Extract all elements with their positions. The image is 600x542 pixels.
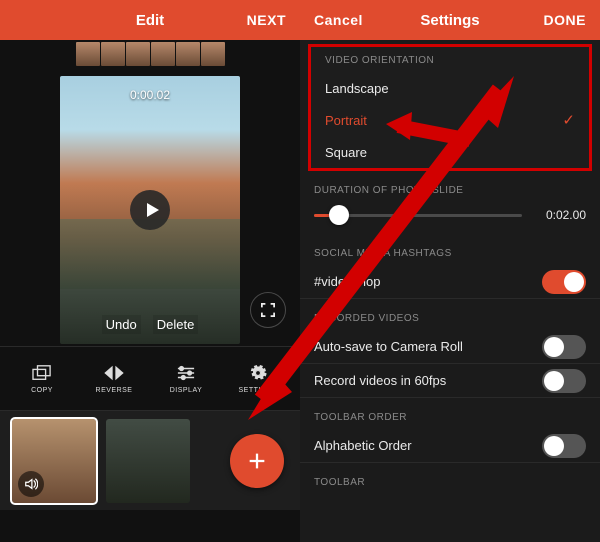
- fullscreen-button[interactable]: [250, 292, 286, 328]
- hashtags-title: SOCIAL MEDIA HASHTAGS: [300, 234, 600, 265]
- recorded-title: RECORDED VIDEOS: [300, 299, 600, 330]
- preview-controls: Undo Delete: [60, 315, 240, 334]
- settings-cancel-button[interactable]: Cancel: [314, 12, 374, 28]
- clips-tray: [0, 410, 300, 510]
- video-preview[interactable]: 0:00.02 Undo Delete: [60, 76, 240, 344]
- settings-done-button[interactable]: DONE: [526, 12, 586, 28]
- edit-topbar: Edit NEXT: [0, 0, 300, 40]
- edit-screen: Edit NEXT 0:00.02 Undo Delete COPY: [0, 0, 300, 542]
- alphabetic-row: Alphabetic Order: [300, 429, 600, 463]
- settings-topbar: Cancel Settings DONE: [300, 0, 600, 40]
- speaker-icon: [24, 477, 38, 491]
- delete-button[interactable]: Delete: [153, 315, 199, 334]
- orientation-label: Square: [325, 145, 367, 160]
- undo-button[interactable]: Undo: [102, 315, 141, 334]
- duration-slider-row: 0:02.00: [300, 202, 600, 234]
- settings-scroll[interactable]: VIDEO ORIENTATION Landscape Portrait ✓ S…: [300, 40, 600, 542]
- orientation-option-square[interactable]: Square: [311, 136, 589, 168]
- add-clip-button[interactable]: [230, 434, 284, 488]
- duration-title: DURATION OF PHOTO SLIDE: [300, 171, 600, 202]
- hashtag-toggle[interactable]: [542, 270, 586, 294]
- tool-display[interactable]: DISPLAY: [156, 364, 216, 394]
- autosave-toggle[interactable]: [542, 335, 586, 359]
- edit-toolbar: COPY REVERSE DISPLAY SETTINGS: [0, 346, 300, 410]
- sixtyfps-label: Record videos in 60fps: [314, 373, 446, 388]
- reverse-icon: [103, 364, 125, 382]
- plus-icon: [246, 450, 268, 472]
- orientation-option-portrait[interactable]: Portrait ✓: [311, 104, 589, 136]
- hashtag-row: #videoshop: [300, 265, 600, 299]
- settings-title: Settings: [420, 12, 479, 29]
- toolbar-section-title: TOOLBAR: [300, 463, 600, 494]
- play-button[interactable]: [130, 190, 170, 230]
- tool-reverse-label: REVERSE: [96, 387, 133, 394]
- tool-copy[interactable]: COPY: [12, 364, 72, 394]
- clip-mute-button[interactable]: [18, 471, 44, 497]
- autosave-row: Auto-save to Camera Roll: [300, 330, 600, 364]
- settings-screen: Cancel Settings DONE VIDEO ORIENTATION L…: [300, 0, 600, 542]
- copy-icon: [31, 364, 53, 382]
- preview-timestamp: 0:00.02: [60, 88, 240, 102]
- timeline-strip[interactable]: [0, 40, 300, 68]
- orientation-label: Landscape: [325, 81, 389, 96]
- hashtag-label: #videoshop: [314, 274, 381, 289]
- fullscreen-icon: [261, 303, 275, 317]
- alphabetic-label: Alphabetic Order: [314, 438, 412, 453]
- slider-knob[interactable]: [329, 205, 349, 225]
- tool-settings[interactable]: SETTINGS: [228, 364, 288, 394]
- tool-settings-label: SETTINGS: [238, 387, 277, 394]
- edit-title: Edit: [136, 12, 164, 29]
- tool-display-label: DISPLAY: [170, 387, 203, 394]
- orientation-title: VIDEO ORIENTATION: [311, 47, 589, 72]
- display-icon: [175, 364, 197, 382]
- clip-thumb[interactable]: [12, 419, 96, 503]
- clip-thumb[interactable]: [106, 419, 190, 503]
- edit-next-button[interactable]: NEXT: [226, 12, 286, 28]
- tool-copy-label: COPY: [31, 387, 53, 394]
- autosave-label: Auto-save to Camera Roll: [314, 339, 463, 354]
- alphabetic-toggle[interactable]: [542, 434, 586, 458]
- sixtyfps-toggle[interactable]: [542, 369, 586, 393]
- orientation-label: Portrait: [325, 113, 367, 128]
- checkmark-icon: ✓: [562, 111, 575, 129]
- toolbar-order-title: TOOLBAR ORDER: [300, 398, 600, 429]
- orientation-option-landscape[interactable]: Landscape: [311, 72, 589, 104]
- sixtyfps-row: Record videos in 60fps: [300, 364, 600, 398]
- duration-slider[interactable]: [314, 214, 522, 217]
- tool-reverse[interactable]: REVERSE: [84, 364, 144, 394]
- play-icon: [144, 202, 160, 218]
- duration-value: 0:02.00: [532, 208, 586, 222]
- orientation-section: VIDEO ORIENTATION Landscape Portrait ✓ S…: [308, 44, 592, 171]
- gear-icon: [247, 364, 269, 382]
